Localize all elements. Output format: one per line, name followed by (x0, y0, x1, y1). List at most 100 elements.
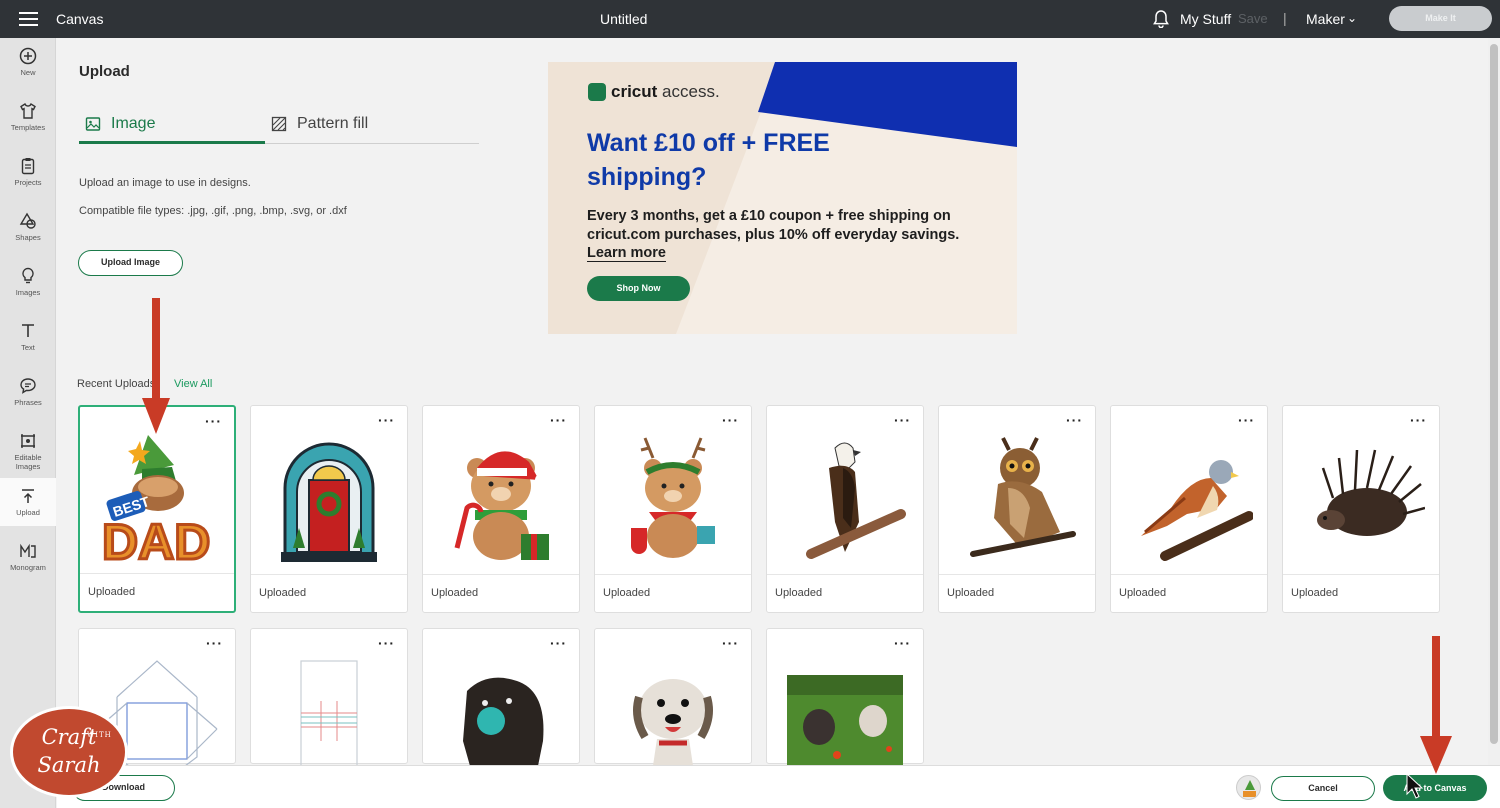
panel-heading: Upload (79, 63, 130, 80)
more-options-icon[interactable]: ··· (894, 413, 911, 427)
more-options-icon[interactable]: ··· (378, 413, 395, 427)
more-options-icon[interactable]: ··· (206, 636, 223, 650)
editable-images-icon (21, 434, 35, 448)
craft-with-sarah-logo: Craft WITH Sarah (10, 706, 128, 798)
more-options-icon[interactable]: ··· (722, 413, 739, 427)
upload-card-santa-bear[interactable]: ··· Uploaded (422, 405, 580, 613)
more-options-icon[interactable]: ··· (550, 636, 567, 650)
upload-image-button[interactable]: Upload Image (78, 250, 183, 276)
card-caption: Uploaded (767, 574, 923, 612)
red-arrow-down-icon (1420, 636, 1452, 774)
nav-images[interactable]: Images (0, 258, 56, 312)
more-options-icon[interactable]: ··· (1410, 413, 1427, 427)
upload-card-dogs-photo[interactable]: ··· (766, 628, 924, 765)
shirt-icon (20, 102, 36, 119)
view-all-link[interactable]: View All (174, 378, 212, 390)
nav-upload[interactable]: Upload (0, 478, 56, 526)
svg-text:DAD: DAD (102, 514, 210, 569)
tab-pattern-fill[interactable]: Pattern fill (265, 112, 479, 144)
cricut-logo-icon (588, 83, 606, 101)
red-arrow-down-icon (142, 298, 170, 434)
card-caption: Uploaded (1283, 574, 1439, 612)
nav-label: Shapes (15, 233, 41, 242)
top-bar: Canvas Untitled My Stuff Save | Maker ⌄ … (0, 0, 1500, 38)
lightbulb-icon (22, 267, 34, 284)
shop-now-button[interactable]: Shop Now (587, 276, 690, 301)
learn-more-link[interactable]: Learn more (587, 245, 666, 262)
nav-shapes[interactable]: Shapes (0, 203, 56, 257)
upload-card-box-template[interactable]: ··· (250, 628, 408, 791)
card-caption: Uploaded (1111, 574, 1267, 612)
upload-card-owl[interactable]: ··· Uploaded (938, 405, 1096, 613)
kestrel-thumbnail (1141, 460, 1253, 561)
nav-phrases[interactable]: Phrases (0, 368, 56, 422)
nav-text[interactable]: Text (0, 313, 56, 367)
nav-label: Projects (14, 178, 42, 187)
machine-selector[interactable]: Maker (1306, 11, 1345, 27)
cricut-access-ad[interactable]: cricut access. Want £10 off + FREE shipp… (548, 62, 1017, 334)
hamburger-menu-icon[interactable] (19, 12, 38, 26)
image-icon (85, 117, 101, 131)
upload-card-dog-with-ball[interactable]: ··· (422, 628, 580, 791)
upload-card-dog-running[interactable]: ··· (594, 628, 752, 791)
document-title[interactable]: Untitled (600, 11, 647, 27)
upload-card-christmas-door[interactable]: ··· Uploaded (250, 405, 408, 613)
shapes-icon (19, 212, 36, 229)
more-options-icon[interactable]: ··· (1066, 413, 1083, 427)
card-caption: Uploaded (80, 573, 234, 611)
speech-bubble-icon (20, 378, 36, 394)
porcupine-thumbnail (1317, 449, 1425, 536)
upload-icon (22, 489, 34, 503)
upload-card-kestrel[interactable]: ··· Uploaded (1110, 405, 1268, 613)
nav-projects[interactable]: Projects (0, 148, 56, 202)
clipboard-icon (21, 158, 35, 175)
app-name: Canvas (56, 11, 104, 27)
scrollbar-thumb[interactable] (1490, 44, 1498, 744)
plus-circle-icon (19, 47, 37, 65)
bell-icon[interactable] (1153, 10, 1169, 28)
scrollbar[interactable] (1488, 38, 1500, 765)
more-options-icon[interactable]: ··· (894, 636, 911, 650)
owl-thumbnail (970, 437, 1076, 557)
nav-label: New (20, 68, 36, 77)
nav-label: Text (21, 343, 35, 352)
cricut-access-logo: cricut access. (611, 82, 720, 101)
nav-label: Editable Images (14, 453, 42, 471)
upload-card-reindeer-bear[interactable]: ··· Uploaded (594, 405, 752, 613)
christmas-door-thumbnail (281, 442, 377, 562)
nav-monogram[interactable]: Monogram (0, 533, 56, 587)
pattern-icon (271, 116, 287, 132)
nav-label: Upload (16, 508, 40, 517)
eagle-thumbnail (806, 442, 906, 559)
nav-templates[interactable]: Templates (0, 93, 56, 147)
save-button[interactable]: Save (1238, 11, 1268, 26)
watermark-text: Sarah (37, 753, 101, 777)
santa-bear-thumbnail (454, 451, 549, 560)
more-options-icon[interactable]: ··· (205, 414, 222, 428)
tab-image[interactable]: Image (79, 112, 265, 144)
upload-card-eagle[interactable]: ··· Uploaded (766, 405, 924, 613)
tab-label: Image (111, 115, 156, 132)
card-caption: Uploaded (251, 574, 407, 612)
nav-label: Phrases (14, 398, 42, 407)
cancel-button[interactable]: Cancel (1271, 776, 1375, 801)
more-options-icon[interactable]: ··· (550, 413, 567, 427)
nav-editable-images[interactable]: Editable Images (0, 423, 56, 483)
more-options-icon[interactable]: ··· (722, 636, 739, 650)
best-dad-gnome-thumbnail: BEST DAD (101, 435, 212, 569)
nav-new[interactable]: New (0, 38, 56, 92)
upload-card-porcupine[interactable]: ··· Uploaded (1282, 405, 1440, 613)
preview-avatar (1236, 775, 1261, 800)
upload-card-best-dad-gnome[interactable]: ··· BEST DAD Uploaded (78, 405, 236, 613)
more-options-icon[interactable]: ··· (1238, 413, 1255, 427)
ad-body: Every 3 months, get a £10 coupon + free … (587, 208, 960, 243)
add-to-canvas-button[interactable]: Add to Canvas (1383, 775, 1487, 801)
nav-label: Monogram (10, 563, 46, 572)
chevron-down-icon[interactable]: ⌄ (1347, 11, 1357, 25)
card-caption: Uploaded (939, 574, 1095, 612)
more-options-icon[interactable]: ··· (378, 636, 395, 650)
my-stuff-link[interactable]: My Stuff (1180, 11, 1231, 27)
make-it-button[interactable]: Make It (1389, 6, 1492, 31)
monogram-icon (20, 543, 36, 558)
watermark-with: WITH (87, 731, 112, 739)
